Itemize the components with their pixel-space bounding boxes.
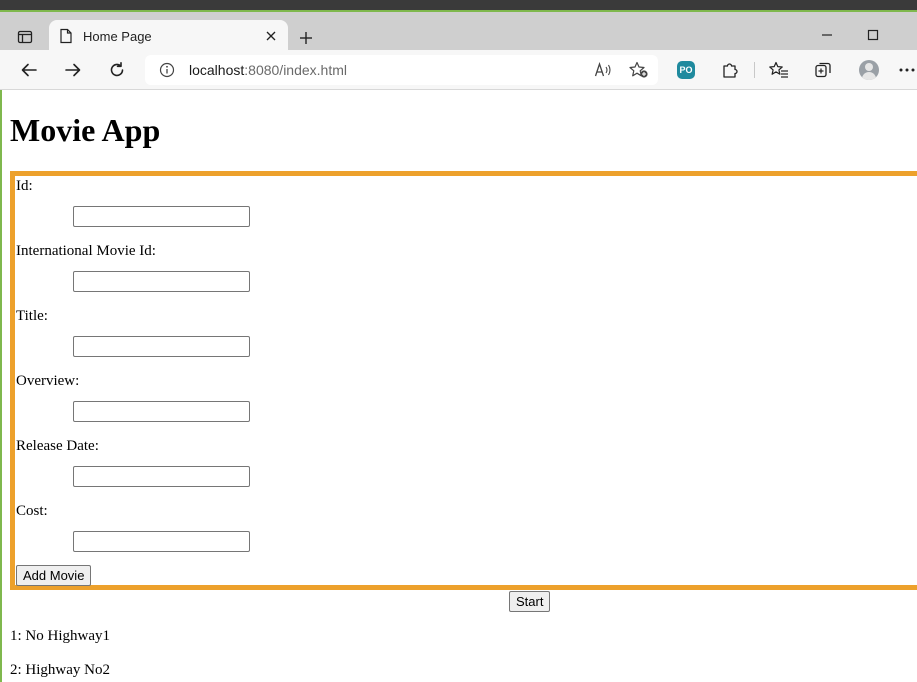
maximize-icon xyxy=(867,29,879,41)
puzzle-icon xyxy=(723,63,738,78)
refresh-button[interactable] xyxy=(103,57,131,83)
title-label: Title: xyxy=(16,308,48,324)
add-favorite-button[interactable] xyxy=(628,60,650,80)
forward-button[interactable] xyxy=(59,57,87,83)
extensions-button[interactable] xyxy=(716,57,744,83)
add-movie-button[interactable]: Add Movie xyxy=(16,565,92,586)
read-aloud-button[interactable] xyxy=(592,60,614,80)
title-field[interactable] xyxy=(73,336,250,357)
window-top-strip xyxy=(0,0,917,10)
cost-field[interactable] xyxy=(73,531,250,552)
minimize-button[interactable] xyxy=(812,24,842,46)
favorites-button[interactable] xyxy=(765,57,793,83)
profile-button[interactable] xyxy=(855,57,883,83)
tab-title: Home Page xyxy=(83,28,152,44)
new-tab-button[interactable] xyxy=(293,26,319,50)
arrow-right-icon xyxy=(65,63,81,77)
arrow-left-icon xyxy=(21,63,37,77)
overview-label: Overview: xyxy=(16,373,80,389)
id-field[interactable] xyxy=(73,206,250,227)
minimize-icon xyxy=(822,34,832,36)
favorites-icon xyxy=(769,61,788,78)
page-title: Movie App xyxy=(10,112,161,148)
international-movie-id-field[interactable] xyxy=(73,271,250,292)
tab-actions-icon xyxy=(17,30,33,44)
extension-badge-icon: PO xyxy=(677,61,695,79)
refresh-icon xyxy=(110,62,124,77)
url-bar[interactable]: localhost :8080/index.html xyxy=(145,55,658,85)
list-item: 1: No Highway1 xyxy=(10,628,110,644)
plus-icon xyxy=(300,32,312,44)
url-host: localhost xyxy=(189,62,245,78)
id-label: Id: xyxy=(16,178,33,194)
extension-button[interactable]: PO xyxy=(672,57,700,83)
page-icon xyxy=(60,28,72,44)
tab-home-page[interactable]: Home Page xyxy=(49,20,288,52)
info-icon[interactable] xyxy=(159,62,175,78)
read-aloud-icon xyxy=(594,62,611,77)
address-toolbar: localhost :8080/index.html PO xyxy=(0,50,917,90)
page-content: Movie App Id: International Movie Id: Ti… xyxy=(0,90,917,682)
more-button[interactable] xyxy=(897,57,917,83)
tab-close-button[interactable] xyxy=(262,27,280,45)
avatar xyxy=(859,60,879,80)
international-movie-id-label: International Movie Id: xyxy=(16,243,156,259)
release-date-label: Release Date: xyxy=(16,438,99,454)
back-button[interactable] xyxy=(15,57,43,83)
collections-icon xyxy=(815,62,831,78)
url-path: :8080/index.html xyxy=(244,62,347,78)
list-item: 2: Highway No2 xyxy=(10,662,110,678)
toolbar-divider xyxy=(754,62,755,78)
cost-label: Cost: xyxy=(16,503,48,519)
overview-field[interactable] xyxy=(73,401,250,422)
start-button[interactable]: Start xyxy=(509,591,551,612)
tab-actions-button[interactable] xyxy=(10,24,40,50)
collections-button[interactable] xyxy=(809,57,837,83)
movie-form: Id: International Movie Id: Title: Overv… xyxy=(10,171,917,590)
tab-bar: Home Page xyxy=(0,10,917,52)
maximize-button[interactable] xyxy=(858,24,888,46)
release-date-field[interactable] xyxy=(73,466,250,487)
more-icon xyxy=(899,68,915,72)
star-add-icon xyxy=(629,61,648,78)
close-icon xyxy=(266,31,276,41)
